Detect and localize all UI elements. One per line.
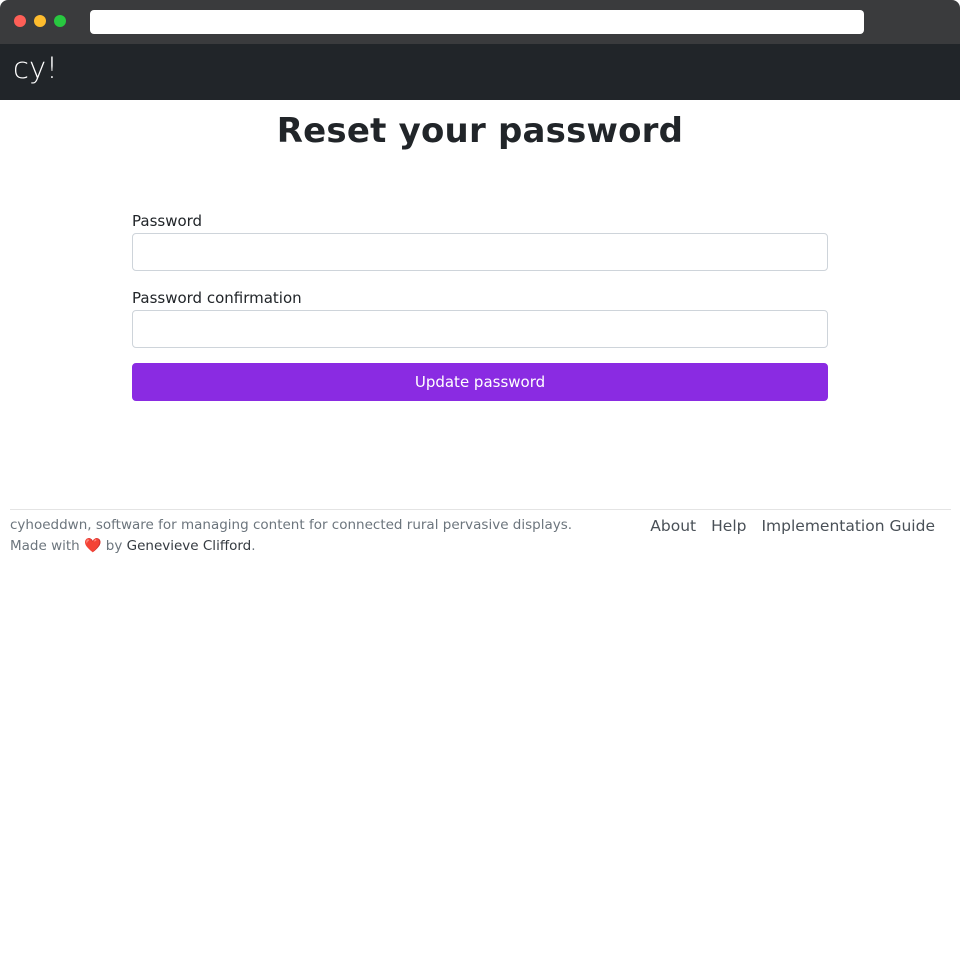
made-with-text: Made with bbox=[10, 538, 80, 554]
page-title: Reset your password bbox=[276, 111, 684, 151]
reset-password-form: Password Password confirmation Update pa… bbox=[132, 210, 828, 401]
password-confirmation-group: Password confirmation bbox=[132, 287, 828, 348]
password-input[interactable] bbox=[132, 233, 828, 271]
top-navbar: cy! bbox=[0, 44, 960, 100]
close-window-icon[interactable] bbox=[14, 15, 26, 27]
credit-suffix: . bbox=[251, 538, 256, 554]
footer-link-implementation-guide[interactable]: Implementation Guide bbox=[754, 515, 935, 537]
heart-icon: ❤️ bbox=[84, 538, 102, 554]
browser-chrome bbox=[0, 0, 960, 44]
password-group: Password bbox=[132, 210, 828, 271]
password-label: Password bbox=[132, 212, 203, 230]
footer-link-help[interactable]: Help bbox=[704, 515, 754, 537]
footer-credit: Made with ❤️ by Genevieve Clifford. bbox=[10, 536, 610, 557]
password-confirmation-label: Password confirmation bbox=[132, 289, 302, 307]
footer-info: cyhoeddwn, software for managing content… bbox=[10, 515, 610, 557]
address-bar[interactable] bbox=[90, 10, 864, 34]
update-password-button[interactable]: Update password bbox=[132, 363, 828, 401]
brand-logo[interactable]: cy! bbox=[13, 50, 58, 86]
footer-nav: About Help Implementation Guide bbox=[643, 515, 935, 537]
footer-divider bbox=[10, 509, 951, 510]
footer-link-about[interactable]: About bbox=[643, 515, 704, 537]
maximize-window-icon[interactable] bbox=[54, 15, 66, 27]
password-confirmation-input[interactable] bbox=[132, 310, 828, 348]
by-text: by bbox=[105, 538, 123, 554]
author-link[interactable]: Genevieve Clifford bbox=[127, 538, 252, 554]
footer-description: cyhoeddwn, software for managing content… bbox=[10, 517, 573, 533]
minimize-window-icon[interactable] bbox=[34, 15, 46, 27]
